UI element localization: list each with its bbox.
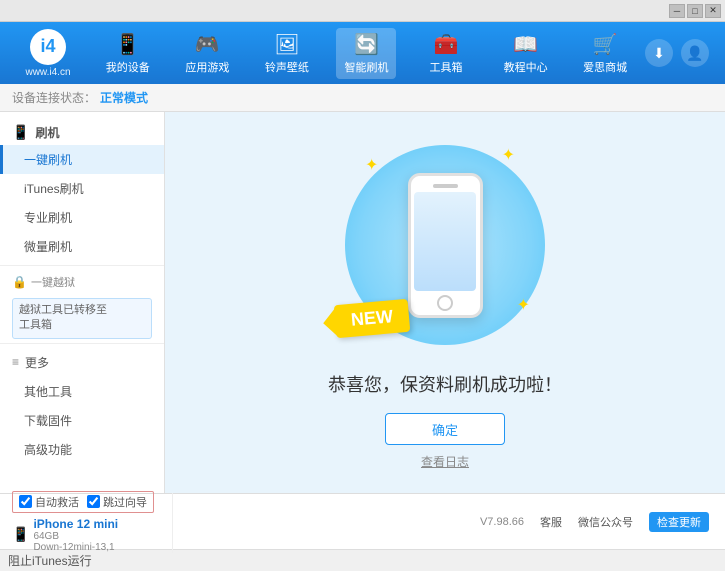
wechat-link[interactable]: 微信公众号 (578, 514, 633, 530)
jailbreak-section-label: 一键越狱 (31, 274, 75, 290)
sparkle-1: ✦ (365, 155, 378, 175)
wallpaper-icon: 🖼 (274, 32, 299, 57)
wallpaper-label: 铃声壁纸 (265, 59, 309, 75)
checkboxes-container: 自动救活 跳过向导 (12, 491, 154, 513)
device-name: iPhone 12 mini (33, 517, 118, 531)
tools-icon: 🧰 (434, 32, 459, 57)
device-info: 📱 iPhone 12 mini 64GB Down-12mini-13,1 (12, 517, 172, 553)
sparkle-2: ✦ (502, 145, 515, 165)
sidebar-item-dfu[interactable]: 微量刷机 (0, 232, 164, 261)
nav-tutorial[interactable]: 📖 教程中心 (496, 28, 556, 79)
maximize-button[interactable]: □ (687, 4, 703, 18)
content-area: ✦ ✦ ✦ NEW 恭喜您，保资料刷机成功啦！ 确定 查看日志 (165, 112, 725, 493)
flash-section-icon: 📱 (12, 124, 29, 141)
checkboxes-row: 自动救活 跳过向导 (12, 491, 172, 513)
sidebar-item-pro[interactable]: 专业刷机 (0, 203, 164, 232)
nav-bar: i4 www.i4.cn 📱 我的设备 🎮 应用游戏 🖼 铃声壁纸 🔄 智能刷机… (0, 22, 725, 84)
nav-apps[interactable]: 🎮 应用游戏 (177, 28, 237, 79)
sidebar-item-other-tools[interactable]: 其他工具 (0, 377, 164, 406)
sidebar-item-download[interactable]: 下载固件 (0, 406, 164, 435)
sparkle-3: ✦ (517, 295, 530, 315)
tutorial-icon: 📖 (513, 32, 538, 57)
skip-wizard-checkbox[interactable]: 跳过向导 (87, 494, 147, 510)
device-details: iPhone 12 mini 64GB Down-12mini-13,1 (33, 517, 118, 553)
smart-flash-icon: 🔄 (354, 32, 379, 57)
sidebar-divider-1 (0, 265, 164, 266)
sidebar-info-box: 越狱工具已转移至工具箱 (12, 298, 152, 339)
device-phone-icon: 📱 (12, 526, 29, 543)
minimize-button[interactable]: ─ (669, 4, 685, 18)
itunes-label: iTunes刷机 (24, 182, 84, 196)
sidebar-item-one-click[interactable]: 一键刷机 (0, 145, 164, 174)
nav-smart-flash[interactable]: 🔄 智能刷机 (336, 28, 396, 79)
smart-flash-label: 智能刷机 (344, 59, 388, 75)
skip-wizard-input[interactable] (87, 495, 100, 508)
dfu-label: 微量刷机 (24, 240, 72, 254)
sidebar-item-advanced[interactable]: 高级功能 (0, 435, 164, 464)
more-icon: ≡ (12, 355, 19, 369)
one-click-label: 一键刷机 (24, 153, 72, 167)
itunes-status[interactable]: 阻止iTunes运行 (8, 552, 92, 569)
nav-tools[interactable]: 🧰 工具箱 (416, 28, 476, 79)
status-label: 设备连接状态： (12, 89, 96, 106)
apps-label: 应用游戏 (185, 59, 229, 75)
device-left-panel: 自动救活 跳过向导 📱 iPhone 12 mini 64GB Down-12m… (8, 491, 173, 553)
download-button[interactable]: ⬇ (645, 39, 673, 67)
info-box-text: 越狱工具已转移至工具箱 (19, 304, 107, 331)
update-button[interactable]: 检查更新 (649, 512, 709, 532)
phone-illustration: ✦ ✦ ✦ NEW (345, 135, 545, 355)
title-bar: ─ □ ✕ (0, 0, 725, 22)
download-label: 下载固件 (24, 414, 72, 428)
my-device-label: 我的设备 (106, 59, 150, 75)
device-bottom-row: 自动救活 跳过向导 📱 iPhone 12 mini 64GB Down-12m… (0, 493, 725, 549)
sidebar: 📱 刷机 一键刷机 iTunes刷机 专业刷机 微量刷机 🔒 一键越狱 越狱工具… (0, 112, 165, 493)
auto-rescue-checkbox[interactable]: 自动救活 (19, 494, 79, 510)
nav-right: ⬇ 👤 (645, 39, 717, 67)
sidebar-flash-section: 📱 刷机 (0, 120, 164, 145)
status-bar: 设备连接状态： 正常模式 (0, 84, 725, 112)
logo: i4 www.i4.cn (8, 29, 88, 78)
sidebar-divider-2 (0, 343, 164, 344)
user-button[interactable]: 👤 (681, 39, 709, 67)
sidebar-more-section: ≡ 更多 (0, 348, 164, 377)
tutorial-label: 教程中心 (504, 59, 548, 75)
sidebar-item-itunes[interactable]: iTunes刷机 (0, 174, 164, 203)
close-button[interactable]: ✕ (705, 4, 721, 18)
phone-body (408, 173, 483, 318)
confirm-button[interactable]: 确定 (385, 413, 505, 445)
store-label: 爱思商城 (583, 59, 627, 75)
logo-url: www.i4.cn (25, 67, 70, 78)
skip-wizard-label: 跳过向导 (103, 494, 147, 510)
apps-icon: 🎮 (195, 32, 220, 57)
bottom-right: V7.98.66 客服 微信公众号 检查更新 (173, 512, 717, 532)
auto-rescue-input[interactable] (19, 495, 32, 508)
phone-screen (414, 192, 476, 291)
device-model: Down-12mini-13,1 (33, 542, 118, 553)
nav-items: 📱 我的设备 🎮 应用游戏 🖼 铃声壁纸 🔄 智能刷机 🧰 工具箱 📖 教程中心… (88, 28, 645, 79)
sidebar-jailbreak-section: 🔒 一键越狱 (0, 270, 164, 294)
nav-my-device[interactable]: 📱 我的设备 (98, 28, 158, 79)
success-text: 恭喜您，保资料刷机成功啦！ (328, 371, 562, 397)
back-link[interactable]: 查看日志 (421, 453, 469, 470)
new-badge: NEW (334, 299, 411, 338)
store-icon: 🛒 (593, 32, 618, 57)
nav-store[interactable]: 🛒 爱思商城 (575, 28, 635, 79)
advanced-label: 高级功能 (24, 443, 72, 457)
pro-label: 专业刷机 (24, 211, 72, 225)
status-value: 正常模式 (100, 89, 148, 106)
flash-section-label: 刷机 (35, 124, 59, 141)
main-layout: 📱 刷机 一键刷机 iTunes刷机 专业刷机 微量刷机 🔒 一键越狱 越狱工具… (0, 112, 725, 493)
other-tools-label: 其他工具 (24, 385, 72, 399)
logo-icon: i4 (30, 29, 66, 65)
phone-speaker (433, 184, 458, 188)
tools-label: 工具箱 (430, 59, 463, 75)
device-storage: 64GB (33, 531, 118, 542)
more-label: 更多 (25, 354, 49, 371)
nav-wallpaper[interactable]: 🖼 铃声壁纸 (257, 28, 317, 79)
auto-rescue-label: 自动救活 (35, 494, 79, 510)
phone-home-button (437, 295, 453, 311)
my-device-icon: 📱 (115, 32, 140, 57)
version-text: V7.98.66 (480, 516, 524, 528)
service-link[interactable]: 客服 (540, 514, 562, 530)
